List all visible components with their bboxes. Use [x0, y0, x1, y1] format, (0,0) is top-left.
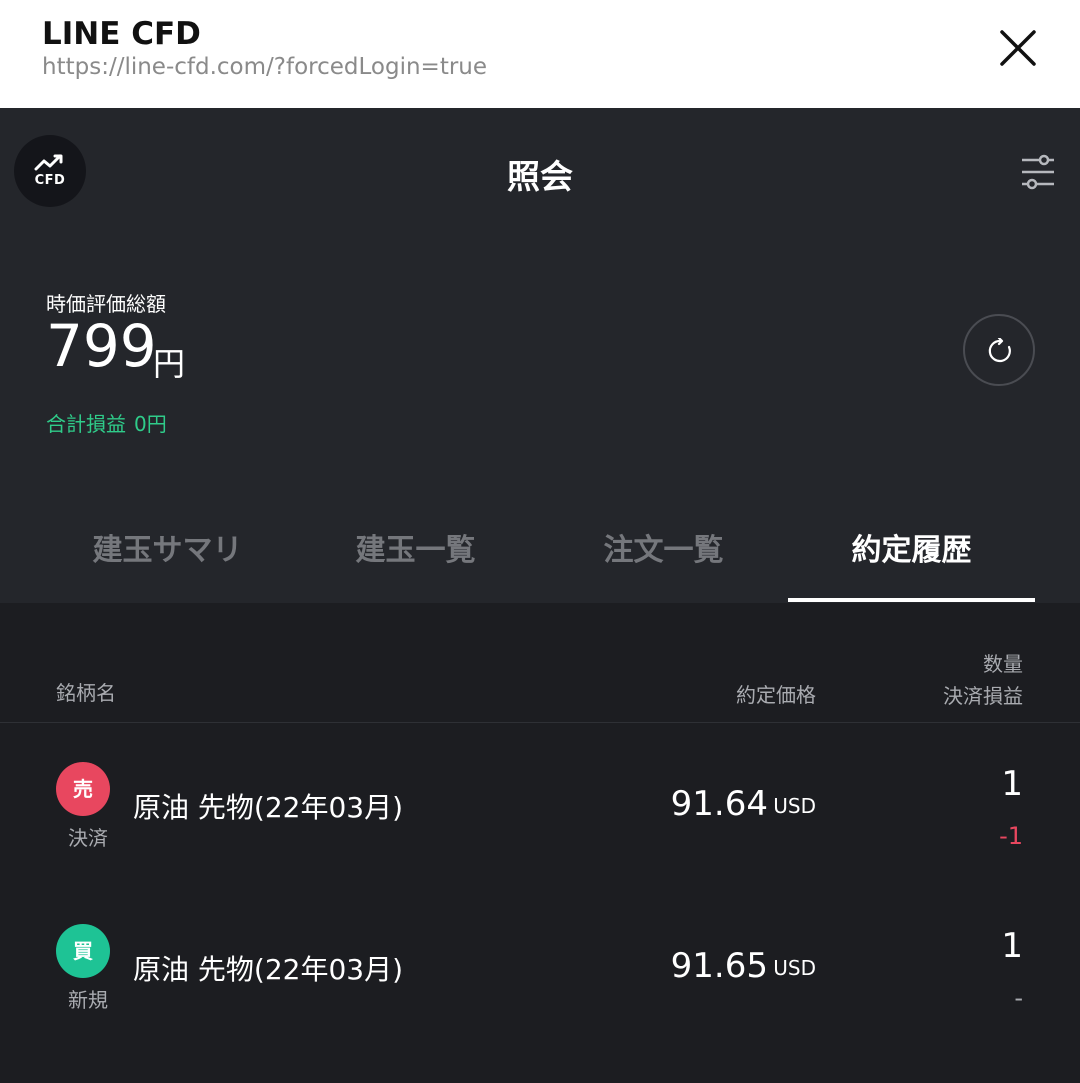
top-section: CFD 照会 時価評価総額 799 円 合計損益 0円 建玉サマリ 建玉一覧 注文… [0, 108, 1080, 603]
total-pnl-value: 0円 [134, 412, 167, 436]
browser-bar: LINE CFD https://line-cfd.com/?forcedLog… [0, 0, 1080, 108]
price-currency: USD [773, 794, 816, 818]
tab-bar: 建玉サマリ 建玉一覧 注文一覧 約定履歴 [0, 528, 1080, 603]
filter-icon [1022, 154, 1054, 190]
tab-execution-history[interactable]: 約定履歴 [788, 528, 1035, 603]
filter-button[interactable] [1018, 152, 1058, 192]
valuation-unit: 円 [153, 345, 186, 383]
refresh-button[interactable] [963, 314, 1035, 386]
instrument-name: 原油 先物(22年03月) [133, 791, 404, 824]
valuation-amount: 799 [46, 312, 157, 380]
instrument-name: 原油 先物(22年03月) [133, 953, 404, 986]
side-badge-sell: 売 [56, 762, 110, 816]
column-header-price: 約定価格 [736, 683, 816, 707]
execution-price: 91.64 [670, 784, 768, 824]
tab-position-summary[interactable]: 建玉サマリ [44, 528, 291, 603]
page-title: 照会 [507, 157, 573, 196]
refresh-icon [988, 338, 1011, 363]
active-tab-indicator [788, 598, 1035, 602]
trade-type: 新規 [68, 988, 108, 1012]
execution-price: 91.65 [670, 946, 768, 986]
trade-quantity: 1 [1001, 926, 1023, 966]
tab-order-list[interactable]: 注文一覧 [540, 528, 787, 603]
total-pnl: 合計損益 0円 [46, 408, 175, 437]
settlement-pnl: - [1014, 984, 1023, 1012]
trade-row[interactable]: 売 決済 原油 先物(22年03月) 91.64 USD 1 -1 [0, 724, 1080, 886]
column-header-name: 銘柄名 [56, 681, 116, 705]
side-badge-buy: 買 [56, 924, 110, 978]
settlement-pnl: -1 [999, 822, 1023, 850]
trade-quantity: 1 [1001, 764, 1023, 804]
close-button[interactable] [994, 24, 1042, 72]
close-icon [1000, 30, 1036, 66]
column-header-pnl: 決済損益 [943, 684, 1023, 708]
site-url: https://line-cfd.com/?forcedLogin=true [42, 54, 488, 80]
tab-position-list[interactable]: 建玉一覧 [292, 528, 539, 603]
column-header-quantity: 数量 [983, 652, 1023, 676]
total-pnl-label: 合計損益 [46, 412, 126, 436]
trade-type: 決済 [68, 826, 108, 850]
site-title: LINE CFD [42, 16, 201, 52]
list-header: 銘柄名 約定価格 数量 決済損益 [0, 603, 1080, 723]
price-currency: USD [773, 956, 816, 980]
trade-row[interactable]: 買 新規 原油 先物(22年03月) 91.65 USD 1 - [0, 886, 1080, 1048]
